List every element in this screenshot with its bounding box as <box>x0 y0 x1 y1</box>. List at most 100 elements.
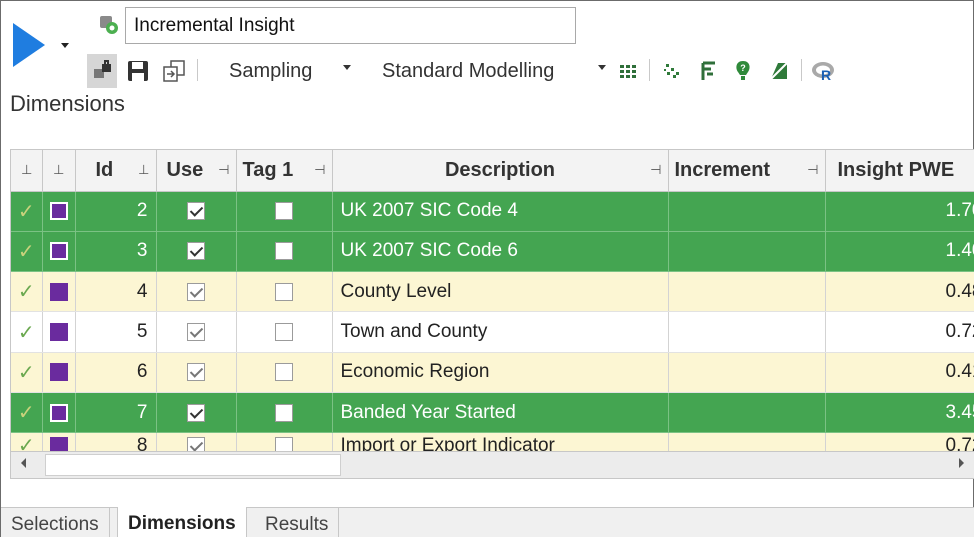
tag-checkbox[interactable] <box>275 436 293 451</box>
copy-button[interactable] <box>159 54 189 88</box>
tab-selections[interactable]: Selections <box>1 508 110 537</box>
table-row[interactable]: ✓ 4 County Level 0.48 <box>11 271 974 313</box>
tab-results[interactable]: Results <box>255 508 340 537</box>
r-script-button[interactable]: R <box>809 54 839 88</box>
tag-cell[interactable] <box>236 311 333 353</box>
analysis-name-field[interactable] <box>125 7 576 44</box>
color-cell[interactable] <box>42 231 76 273</box>
table-row[interactable]: ✓ 7 Banded Year Started 3.45 <box>11 392 974 434</box>
pin-icon[interactable]: ⊥ <box>53 162 64 178</box>
tag-checkbox[interactable] <box>275 282 293 301</box>
pin-icon[interactable]: ⊥ <box>138 162 149 178</box>
sampling-dropdown[interactable]: Sampling <box>229 57 312 85</box>
function-button[interactable] <box>693 54 723 88</box>
use-checkbox[interactable] <box>187 363 205 382</box>
color-cell[interactable] <box>42 311 76 353</box>
modelling-dropdown[interactable]: Standard Modelling <box>382 57 554 85</box>
run-dropdown[interactable] <box>59 37 71 48</box>
insight-button[interactable]: ? <box>728 54 758 88</box>
scrollbar-thumb[interactable] <box>45 454 341 476</box>
tag-checkbox[interactable] <box>275 323 293 342</box>
color-swatch[interactable] <box>49 202 68 221</box>
pin-icon[interactable]: ⊣ <box>807 162 818 178</box>
scatter-button[interactable] <box>657 54 687 88</box>
grid-button[interactable] <box>613 54 643 88</box>
insight-pwe-column-header[interactable]: Insight PWE <box>825 150 974 192</box>
description-cell[interactable]: Banded Year Started <box>332 392 669 434</box>
tag-cell[interactable] <box>236 191 333 232</box>
increment-cell[interactable] <box>668 271 826 313</box>
use-checkbox[interactable] <box>187 282 205 301</box>
use-checkbox[interactable] <box>187 323 205 342</box>
tag-cell[interactable] <box>236 352 333 393</box>
description-cell[interactable]: County Level <box>332 271 669 313</box>
description-cell[interactable]: Economic Region <box>332 352 669 393</box>
table-row[interactable]: ✓ 3 UK 2007 SIC Code 6 1.40 <box>11 231 974 273</box>
modelling-caret-icon[interactable] <box>598 65 606 70</box>
description-column-header[interactable]: Description ⊣ <box>332 150 669 192</box>
sampling-caret-icon[interactable] <box>343 65 351 70</box>
increment-column-header[interactable]: Increment ⊣ <box>668 150 826 192</box>
gradient-button[interactable] <box>764 54 794 88</box>
tag-checkbox[interactable] <box>275 202 293 221</box>
tag-column-header[interactable]: Tag 1 ⊣ <box>236 150 333 192</box>
color-swatch[interactable] <box>49 403 68 422</box>
use-cell[interactable] <box>156 231 237 273</box>
use-cell[interactable] <box>156 352 237 393</box>
color-swatch[interactable] <box>49 363 68 382</box>
id-column-header[interactable]: Id ⊥ <box>75 150 157 192</box>
color-swatch[interactable] <box>49 242 68 261</box>
color-cell[interactable] <box>42 352 76 393</box>
description-cell[interactable]: UK 2007 SIC Code 6 <box>332 231 669 273</box>
tag-cell[interactable] <box>236 432 333 451</box>
increment-cell[interactable] <box>668 191 826 232</box>
color-cell[interactable] <box>42 271 76 313</box>
description-cell[interactable]: Town and County <box>332 311 669 353</box>
save-button[interactable] <box>123 54 153 88</box>
color-swatch[interactable] <box>49 436 68 451</box>
increment-cell[interactable] <box>668 392 826 434</box>
color-cell[interactable] <box>42 392 76 434</box>
increment-cell[interactable] <box>668 231 826 273</box>
scroll-right-icon[interactable] <box>959 458 964 468</box>
use-checkbox[interactable] <box>187 202 205 221</box>
tag-cell[interactable] <box>236 271 333 313</box>
color-swatch[interactable] <box>49 323 68 342</box>
table-row[interactable]: ✓ 5 Town and County 0.72 <box>11 311 974 353</box>
pin-icon[interactable]: ⊥ <box>21 162 32 178</box>
increment-cell[interactable] <box>668 432 826 451</box>
increment-cell[interactable] <box>668 311 826 353</box>
tag-checkbox[interactable] <box>275 363 293 382</box>
tab-dimensions[interactable]: Dimensions <box>117 507 247 537</box>
use-checkbox[interactable] <box>187 403 205 422</box>
use-cell[interactable] <box>156 311 237 353</box>
color-cell[interactable] <box>42 191 76 232</box>
status-column-header[interactable]: ⊥ <box>11 150 43 192</box>
pin-icon[interactable]: ⊣ <box>218 162 229 178</box>
tag-cell[interactable] <box>236 392 333 434</box>
use-cell[interactable] <box>156 392 237 434</box>
pin-icon[interactable]: ⊣ <box>314 162 325 178</box>
color-cell[interactable] <box>42 432 76 451</box>
use-cell[interactable] <box>156 432 237 451</box>
tag-checkbox[interactable] <box>275 403 293 422</box>
run-button[interactable] <box>9 21 49 69</box>
table-row[interactable]: ✓ 2 UK 2007 SIC Code 4 1.70 <box>11 191 974 232</box>
use-checkbox[interactable] <box>187 242 205 261</box>
lock-button[interactable] <box>87 54 117 88</box>
scroll-left-icon[interactable] <box>21 458 26 468</box>
description-cell[interactable]: UK 2007 SIC Code 4 <box>332 191 669 232</box>
table-row[interactable]: ✓ 8 Import or Export Indicator 0.72 <box>11 432 974 451</box>
use-cell[interactable] <box>156 271 237 313</box>
increment-cell[interactable] <box>668 352 826 393</box>
color-column-header[interactable]: ⊥ <box>42 150 76 192</box>
use-checkbox[interactable] <box>187 436 205 451</box>
pin-icon[interactable]: ⊣ <box>650 162 661 178</box>
tag-cell[interactable] <box>236 231 333 273</box>
use-column-header[interactable]: Use ⊣ <box>156 150 237 192</box>
table-row[interactable]: ✓ 6 Economic Region 0.41 <box>11 352 974 393</box>
use-cell[interactable] <box>156 191 237 232</box>
description-cell[interactable]: Import or Export Indicator <box>332 432 669 451</box>
horizontal-scrollbar[interactable] <box>10 451 974 479</box>
tag-checkbox[interactable] <box>275 242 293 261</box>
